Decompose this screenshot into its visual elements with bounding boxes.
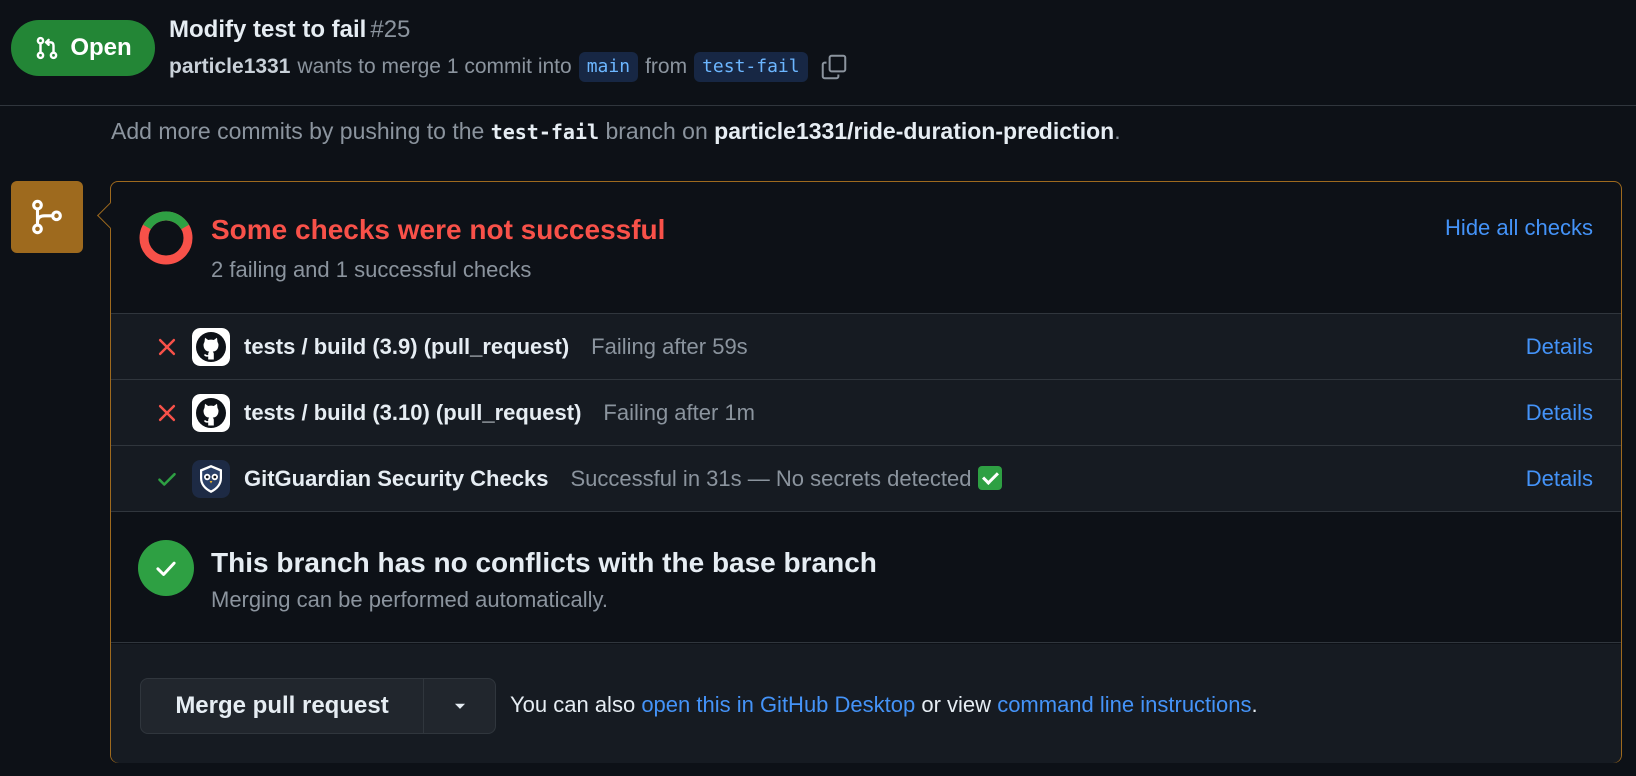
check-name: tests / build (3.9) (pull_request) (244, 333, 570, 359)
merge-box: Some checks were not successful 2 failin… (110, 181, 1622, 763)
merge-actions: Merge pull request You can also open thi… (111, 644, 1621, 763)
command-line-instructions-link[interactable]: command line instructions (997, 692, 1251, 717)
no-conflicts-subtitle: Merging can be performed automatically. (211, 587, 609, 612)
head-branch-label[interactable]: test-fail (694, 52, 808, 82)
check-row: tests / build (3.10) (pull_request) Fail… (111, 380, 1621, 446)
merge-pull-request-button[interactable]: Merge pull request (141, 679, 423, 733)
check-name: GitGuardian Security Checks (244, 465, 549, 491)
pr-number: #25 (370, 16, 411, 43)
pr-title-text: Modify test to fail (169, 16, 367, 43)
white-check-mark-emoji-icon (977, 465, 1002, 490)
git-branch-icon (32, 199, 62, 235)
pr-title: Modify test to fail #25 (169, 16, 410, 44)
base-branch-label[interactable]: main (578, 52, 639, 82)
merge-alternatives-hint: You can also open this in GitHub Desktop… (510, 692, 1258, 718)
github-icon (192, 327, 230, 366)
pr-merge-text: wants to merge 1 commit into (297, 55, 572, 78)
triangle-down-icon (454, 703, 465, 709)
check-description: Failing after 1m (603, 399, 756, 425)
check-row: tests / build (3.9) (pull_request) Faili… (111, 314, 1621, 380)
push-hint-branch: test-fail (490, 120, 600, 144)
check-details-link[interactable]: Details (1526, 334, 1593, 360)
push-hint: Add more commits by pushing to the test-… (111, 118, 1121, 145)
checks-status-donut-icon (139, 211, 193, 265)
checks-summary-subtitle: 2 failing and 1 successful checks (211, 257, 532, 282)
check-details-link[interactable]: Details (1526, 466, 1593, 492)
pr-state-badge: Open (11, 20, 155, 76)
check-description: Successful in 31s — No secrets detected (570, 465, 1002, 492)
check-circle-icon (138, 540, 194, 596)
check-description-text: Successful in 31s — No secrets detected (570, 465, 972, 491)
push-hint-repo[interactable]: particle1331/ride-duration-prediction (714, 118, 1114, 144)
merge-method-dropdown-button[interactable] (423, 679, 495, 733)
pull-request-icon (37, 36, 58, 60)
github-desktop-link[interactable]: open this in GitHub Desktop (641, 692, 915, 717)
copy-icon[interactable] (819, 52, 849, 82)
gitguardian-owl-icon (192, 459, 230, 498)
pr-header: Open Modify test to fail #25 particle1331… (0, 0, 1636, 106)
push-hint-prefix: Add more commits by pushing to the (111, 118, 485, 144)
push-hint-suffix: . (1114, 118, 1121, 144)
fail-x-icon (154, 334, 180, 360)
success-check-icon (154, 466, 180, 492)
check-details-link[interactable]: Details (1526, 400, 1593, 426)
no-conflicts-title: This branch has no conflicts with the ba… (211, 547, 877, 578)
check-row: GitGuardian Security Checks Successful i… (111, 446, 1621, 512)
pr-from-text: from (645, 55, 688, 78)
merge-hint-middle: or view (921, 692, 992, 717)
push-hint-middle: branch on (605, 118, 708, 144)
pr-author-link[interactable]: particle1331 (169, 55, 290, 79)
check-name: tests / build (3.10) (pull_request) (244, 399, 582, 425)
checks-summary: Some checks were not successful 2 failin… (111, 182, 1621, 314)
checks-summary-title: Some checks were not successful (211, 214, 666, 245)
git-merge-status-icon (11, 181, 83, 253)
fail-x-icon (154, 400, 180, 426)
check-description: Failing after 59s (591, 333, 748, 359)
merge-hint-suffix: . (1251, 692, 1258, 717)
github-icon (192, 393, 230, 432)
no-conflicts-section: This branch has no conflicts with the ba… (111, 512, 1621, 643)
merge-hint-prefix: You can also (510, 692, 636, 717)
pr-meta: particle1331 wants to merge 1 commit int… (169, 52, 849, 82)
merge-button-group: Merge pull request (140, 678, 496, 734)
hide-all-checks-link[interactable]: Hide all checks (1445, 215, 1593, 241)
pr-state-label: Open (70, 34, 132, 61)
